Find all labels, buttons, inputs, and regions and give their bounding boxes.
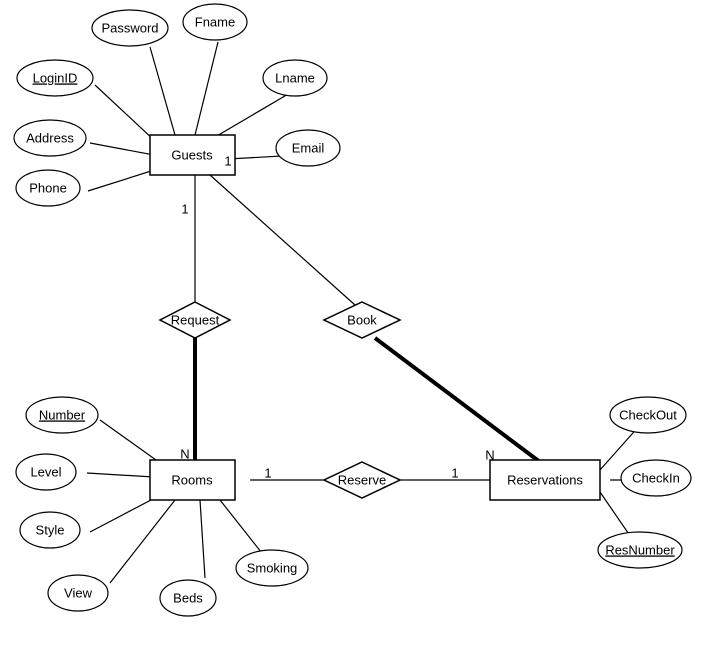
- smoking-label: Smoking: [247, 560, 298, 575]
- resnumber-label: ResNumber: [605, 542, 675, 557]
- request-label: Request: [171, 312, 220, 327]
- book-label: Book: [347, 312, 377, 327]
- card-guests-book: 1: [224, 153, 231, 168]
- reservations-label: Reservations: [507, 472, 583, 487]
- card-guests-request: 1: [181, 201, 188, 216]
- email-label: Email: [292, 140, 325, 155]
- number-label: Number: [39, 407, 86, 422]
- checkout-label: CheckOut: [619, 407, 677, 422]
- card-reservations-book: N: [485, 447, 494, 462]
- fname-label: Fname: [195, 14, 235, 29]
- phone-label: Phone: [29, 180, 67, 195]
- rooms-label: Rooms: [171, 472, 213, 487]
- style-label: Style: [36, 522, 65, 537]
- checkin-label: CheckIn: [632, 470, 680, 485]
- lname-label: Lname: [275, 70, 315, 85]
- password-label: Password: [101, 20, 158, 35]
- card-rooms-reserve: 1: [264, 465, 271, 480]
- level-label: Level: [30, 464, 61, 479]
- beds-label: Beds: [173, 590, 203, 605]
- er-diagram: Request Book Reserve Guests Rooms Reserv…: [0, 0, 728, 647]
- reserve-label: Reserve: [338, 472, 386, 487]
- view-label: View: [64, 585, 93, 600]
- address-label: Address: [26, 130, 74, 145]
- card-reservations-reserve: 1: [451, 465, 458, 480]
- guests-label: Guests: [171, 147, 213, 162]
- loginid-label: LoginID: [33, 70, 78, 85]
- card-rooms-request: N: [180, 446, 189, 461]
